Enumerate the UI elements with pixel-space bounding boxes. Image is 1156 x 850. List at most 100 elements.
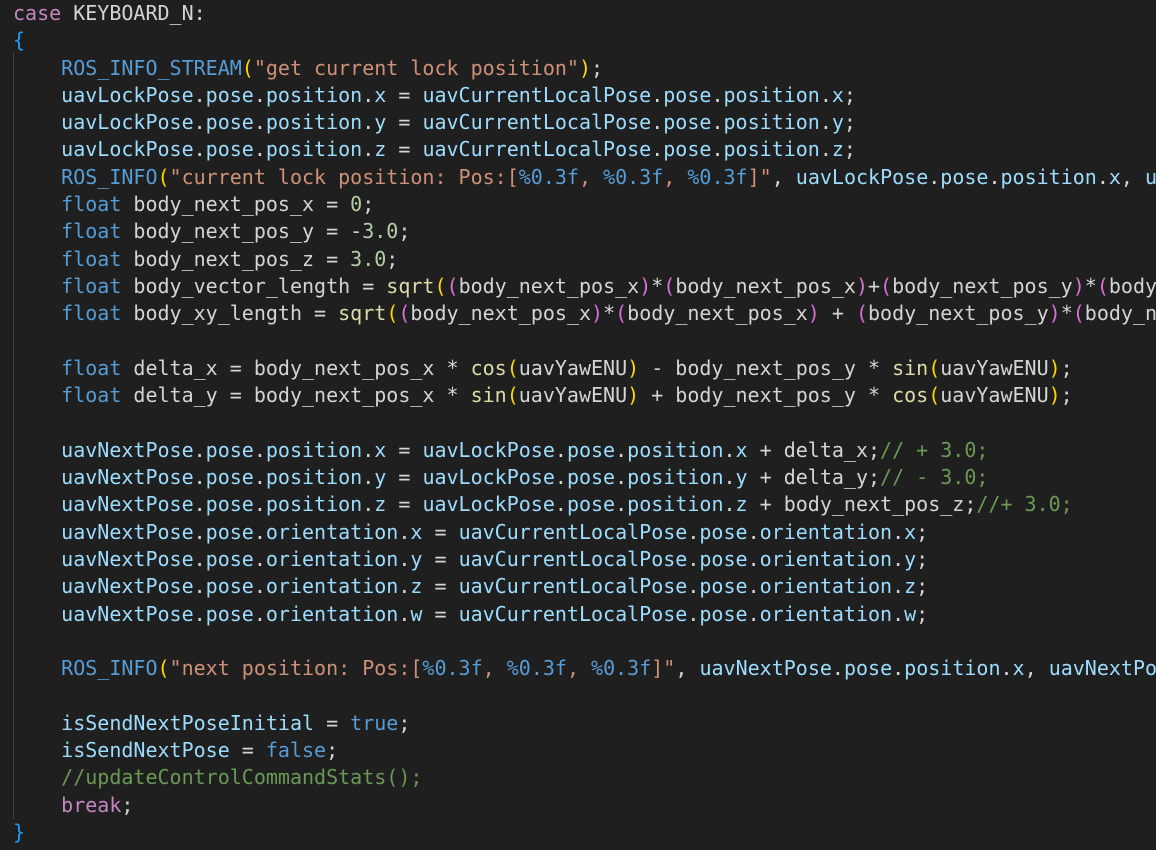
- code-token: body_n: [1084, 301, 1156, 326]
- code-line[interactable]: uavNextPose.pose.position.x = uavLockPos…: [13, 437, 1156, 464]
- code-line[interactable]: ROS_INFO("next position: Pos:[%0.3f, %0.…: [13, 655, 1156, 682]
- code-line[interactable]: uavLockPose.pose.position.x = uavCurrent…: [13, 82, 1156, 109]
- code-token: .: [723, 492, 736, 517]
- code-token: pose: [699, 519, 748, 544]
- code-token: pose: [205, 82, 254, 107]
- code-token: body_vector_length =: [121, 273, 387, 298]
- code-token: orientation: [265, 519, 399, 544]
- code-token: .: [193, 519, 206, 544]
- code-token: uavCurrentLocalPose: [458, 519, 688, 544]
- code-token: body_next_pos_x: [458, 273, 640, 298]
- code-line[interactable]: ROS_INFO_STREAM("get current lock positi…: [13, 55, 1156, 82]
- code-token: float: [61, 192, 122, 217]
- code-token: ROS_INFO: [61, 164, 158, 189]
- code-token: .: [253, 546, 266, 571]
- code-token: ): [855, 273, 868, 298]
- code-token: .: [362, 137, 375, 162]
- code-line[interactable]: float delta_x = body_next_pos_x * cos(ua…: [13, 355, 1156, 382]
- code-line[interactable]: uavNextPose.pose.position.y = uavLockPos…: [13, 464, 1156, 491]
- code-line[interactable]: case KEYBOARD_N:: [13, 0, 1156, 27]
- code-token: uavLockPose: [795, 164, 929, 189]
- code-token: .: [362, 110, 375, 135]
- code-token: - body_next_pos_y *: [639, 355, 893, 380]
- code-editor[interactable]: case KEYBOARD_N:{ ROS_INFO_STREAM("get c…: [0, 0, 1156, 850]
- code-token: sin: [470, 383, 507, 408]
- code-token: =: [229, 738, 266, 763]
- code-line[interactable]: float body_xy_length = sqrt((body_next_p…: [13, 300, 1156, 327]
- code-line[interactable]: uavLockPose.pose.position.y = uavCurrent…: [13, 109, 1156, 136]
- code-token: + body_next_pos_y *: [639, 383, 893, 408]
- code-line[interactable]: {: [13, 27, 1156, 54]
- code-token: ;: [843, 110, 856, 135]
- code-line[interactable]: //updateControlCommandStats();: [13, 764, 1156, 791]
- code-line[interactable]: isSendNextPose = false;: [13, 737, 1156, 764]
- code-line[interactable]: isSendNextPoseInitial = true;: [13, 710, 1156, 737]
- code-token: .: [892, 601, 905, 626]
- code-token: .: [362, 492, 375, 517]
- code-token: uavLockPose: [61, 110, 194, 135]
- code-token: y: [374, 110, 387, 135]
- code-token: =: [386, 437, 423, 462]
- code-line[interactable]: uavLockPose.pose.position.z = uavCurrent…: [13, 136, 1156, 163]
- code-line[interactable]: uavNextPose.pose.orientation.y = uavCurr…: [13, 546, 1156, 573]
- code-line[interactable]: }: [13, 819, 1156, 846]
- code-token: ,: [566, 656, 592, 681]
- code-token: .: [398, 546, 411, 571]
- code-line[interactable]: uavNextPose.pose.orientation.z = uavCurr…: [13, 573, 1156, 600]
- code-line[interactable]: ROS_INFO("current lock position: Pos:[%0…: [13, 164, 1156, 191]
- code-line[interactable]: uavNextPose.pose.orientation.w = uavCurr…: [13, 601, 1156, 628]
- code-token: "next position: Pos:[: [169, 656, 423, 681]
- code-token: x: [831, 82, 844, 107]
- code-token: ,: [663, 164, 688, 189]
- code-line[interactable]: ​: [13, 682, 1156, 709]
- code-token: pose: [205, 601, 254, 626]
- code-token: .: [687, 574, 700, 599]
- code-token: pose: [663, 82, 712, 107]
- code-token: .: [988, 164, 1001, 189]
- code-token: }: [13, 819, 26, 844]
- code-token: sin: [892, 355, 929, 380]
- code-token: //updateControlCommandStats();: [61, 765, 423, 790]
- code-token: (: [615, 301, 628, 326]
- code-token: body_next_pos_x =: [121, 192, 351, 217]
- code-token: pose: [699, 546, 748, 571]
- code-token: ROS_INFO_STREAM: [61, 55, 242, 80]
- code-token: .: [253, 574, 266, 599]
- code-token: orientation: [759, 546, 893, 571]
- code-token: ;: [1060, 355, 1073, 380]
- code-token: body_next_pos_y = -: [121, 219, 363, 244]
- code-token: orientation: [759, 601, 893, 626]
- code-token: pose: [566, 492, 616, 517]
- code-token: position: [627, 465, 724, 490]
- code-line[interactable]: ​: [13, 328, 1156, 355]
- code-token: .: [253, 492, 266, 517]
- code-line[interactable]: float body_vector_length = sqrt((body_ne…: [13, 273, 1156, 300]
- code-token: pose: [699, 601, 748, 626]
- code-token: (: [157, 164, 170, 189]
- code-line[interactable]: break;: [13, 792, 1156, 819]
- code-line[interactable]: ​: [13, 628, 1156, 655]
- code-token: .: [1000, 656, 1013, 681]
- code-line[interactable]: float delta_y = body_next_pos_x * sin(ua…: [13, 382, 1156, 409]
- code-token: z: [904, 574, 917, 599]
- code-token: =: [314, 710, 351, 735]
- code-token: w: [410, 601, 423, 626]
- code-line[interactable]: float body_next_pos_y = -3.0;: [13, 218, 1156, 245]
- code-token: .: [398, 519, 411, 544]
- code-line[interactable]: float body_next_pos_z = 3.0;: [13, 246, 1156, 273]
- code-line[interactable]: uavNextPose.pose.orientation.x = uavCurr…: [13, 519, 1156, 546]
- code-content[interactable]: case KEYBOARD_N:{ ROS_INFO_STREAM("get c…: [13, 0, 1156, 846]
- code-token: position: [723, 110, 820, 135]
- code-token: ]": [651, 656, 676, 681]
- code-token: .: [193, 437, 206, 462]
- code-line[interactable]: ​: [13, 409, 1156, 436]
- code-token: pose: [205, 137, 254, 162]
- code-line[interactable]: uavNextPose.pose.position.z = uavLockPos…: [13, 491, 1156, 518]
- code-token: ): [807, 301, 820, 326]
- code-token: ;: [1060, 383, 1073, 408]
- code-line[interactable]: float body_next_pos_x = 0;: [13, 191, 1156, 218]
